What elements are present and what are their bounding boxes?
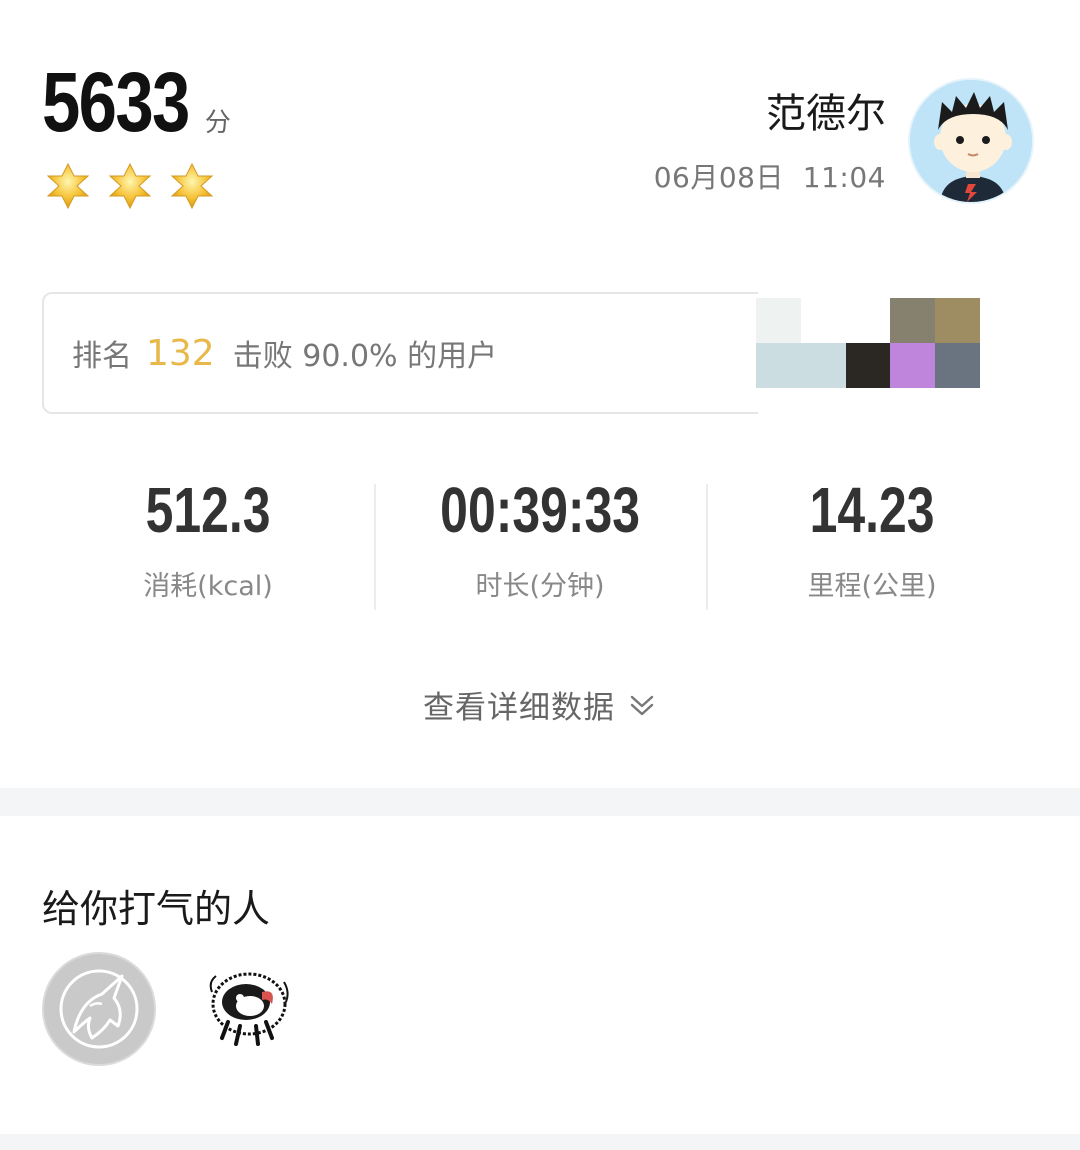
score-value: 5633 (42, 55, 190, 149)
section-divider (0, 788, 1080, 816)
user-avatar[interactable] (908, 78, 1034, 204)
cheer-section-title: 给你打气的人 (42, 887, 271, 931)
user-info: 范德尔 06月08日 11:04 (654, 92, 886, 196)
cheer-user-avatar[interactable] (42, 952, 156, 1066)
view-details-label: 查看详细数据 (423, 690, 615, 726)
double-chevron-down-icon (630, 695, 654, 715)
star-rating (44, 162, 231, 210)
score-unit: 分 (204, 108, 231, 138)
record-date: 06月08日 (653, 161, 784, 194)
record-datetime: 06月08日 11:04 (654, 156, 886, 196)
pixelated-image (756, 298, 980, 388)
stat-value: 00:39:33 (440, 474, 640, 546)
view-details-button[interactable]: 查看详细数据 (0, 682, 1080, 727)
stat-value: 512.3 (145, 474, 271, 546)
cartoon-avatar-icon (910, 80, 1032, 202)
stat-calories: 512.3 消耗(kcal) (42, 478, 374, 614)
star-icon (170, 162, 214, 210)
score-block: 5633 分 (42, 60, 231, 210)
rank-position: 132 (146, 332, 215, 374)
stat-label: 时长(分钟) (475, 571, 605, 602)
stat-value: 14.23 (809, 474, 935, 546)
dog-sketch-icon (209, 972, 289, 1046)
rank-beat-text: 击败 90.0% 的用户 (232, 339, 498, 374)
star-icon (108, 162, 152, 210)
cheer-avatars (42, 952, 306, 1066)
rank-label: 排名 (72, 339, 132, 374)
score-line: 5633 分 (42, 60, 231, 144)
stats-row: 512.3 消耗(kcal) 00:39:33 时长(分钟) 14.23 里程(… (42, 478, 1038, 614)
stat-label: 里程(公里) (807, 571, 937, 602)
stat-duration: 00:39:33 时长(分钟) (374, 478, 706, 614)
record-time: 11:04 (802, 161, 886, 194)
section-divider (0, 1134, 1080, 1150)
unicorn-icon (59, 969, 139, 1049)
user-name[interactable]: 范德尔 (654, 92, 886, 136)
rank-card[interactable]: 排名 132 击败 90.0% 的用户 (42, 292, 758, 414)
stat-distance: 14.23 里程(公里) (706, 478, 1038, 614)
stat-label: 消耗(kcal) (143, 571, 273, 602)
star-icon (46, 162, 90, 210)
cheer-user-avatar[interactable] (192, 952, 306, 1066)
